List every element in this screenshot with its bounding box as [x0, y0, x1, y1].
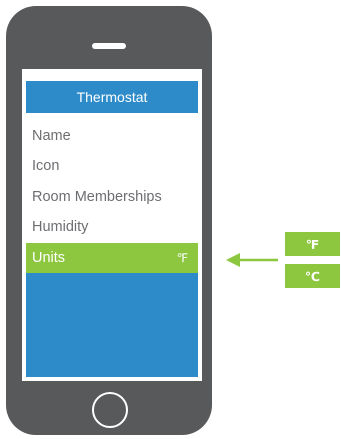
menu-item-name[interactable]: Name [32, 124, 71, 148]
menu-item-units[interactable]: Units ℉ [26, 243, 198, 273]
units-value: ℉ [176, 251, 188, 265]
phone-frame: Thermostat Name Icon Room Memberships Hu… [6, 6, 212, 435]
phone-screen: Thermostat Name Icon Room Memberships Hu… [22, 69, 202, 381]
phone-speaker [92, 43, 126, 49]
menu-item-room-memberships[interactable]: Room Memberships [32, 185, 162, 209]
units-label: Units [32, 250, 66, 266]
home-button[interactable] [92, 392, 128, 428]
menu-item-humidity[interactable]: Humidity [32, 215, 88, 239]
menu-item-icon[interactable]: Icon [32, 154, 59, 178]
screen-empty-area [26, 273, 198, 377]
fahrenheit-button[interactable]: ℉ [285, 232, 340, 256]
arrow-left-icon [226, 253, 278, 267]
screen-title: Thermostat [76, 89, 148, 105]
screen-title-bar: Thermostat [26, 81, 198, 113]
celsius-button[interactable]: ℃ [285, 264, 340, 288]
